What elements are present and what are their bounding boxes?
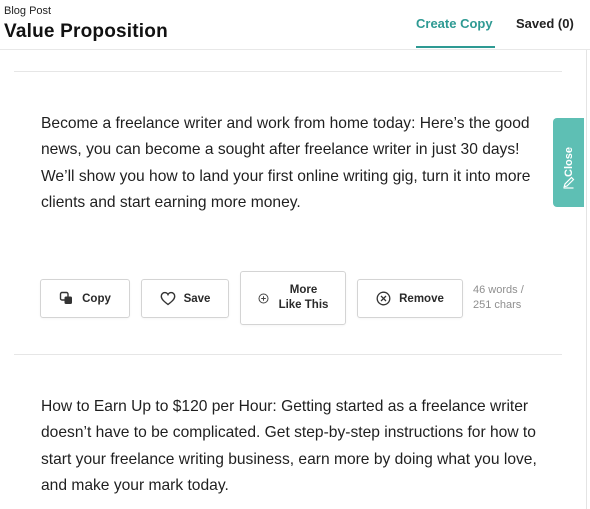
word-count-chars: 251 chars	[473, 299, 522, 311]
more-like-this-label: More Like This	[279, 283, 329, 313]
tab-saved[interactable]: Saved (0)	[516, 16, 574, 31]
copy-icon	[59, 291, 73, 304]
scroll-divider	[586, 50, 587, 509]
save-label: Save	[183, 292, 211, 305]
plus-circle-icon	[258, 293, 269, 303]
save-button[interactable]: Save	[141, 279, 229, 318]
remove-label: Remove	[399, 292, 444, 305]
more-label-line2: Like This	[278, 299, 329, 311]
word-count: 46 words / 251 chars	[473, 283, 524, 313]
close-panel-tab[interactable]: Close	[553, 118, 584, 207]
divider	[14, 354, 562, 355]
more-like-this-button[interactable]: More Like This	[240, 271, 346, 325]
result-text: How to Earn Up to $120 per Hour: Getting…	[41, 398, 537, 494]
result-text: Become a freelance writer and work from …	[41, 115, 531, 211]
close-label: Close	[562, 147, 575, 177]
page-title: Value Proposition	[4, 21, 168, 42]
app-page: Blog Post Value Proposition Create Copy …	[0, 0, 590, 509]
active-tab-indicator	[416, 46, 495, 48]
header: Blog Post Value Proposition Create Copy …	[0, 0, 590, 50]
more-label-line1: More	[289, 284, 318, 296]
word-count-words: 46 words /	[473, 284, 524, 296]
breadcrumb: Blog Post	[4, 5, 52, 17]
tab-create-copy[interactable]: Create Copy	[416, 16, 493, 31]
remove-icon	[376, 291, 391, 306]
heart-icon	[160, 291, 175, 306]
copy-button[interactable]: Copy	[40, 279, 130, 318]
remove-button[interactable]: Remove	[357, 279, 463, 318]
divider	[14, 71, 562, 72]
pencil-icon	[563, 176, 575, 189]
copy-label: Copy	[82, 292, 111, 305]
